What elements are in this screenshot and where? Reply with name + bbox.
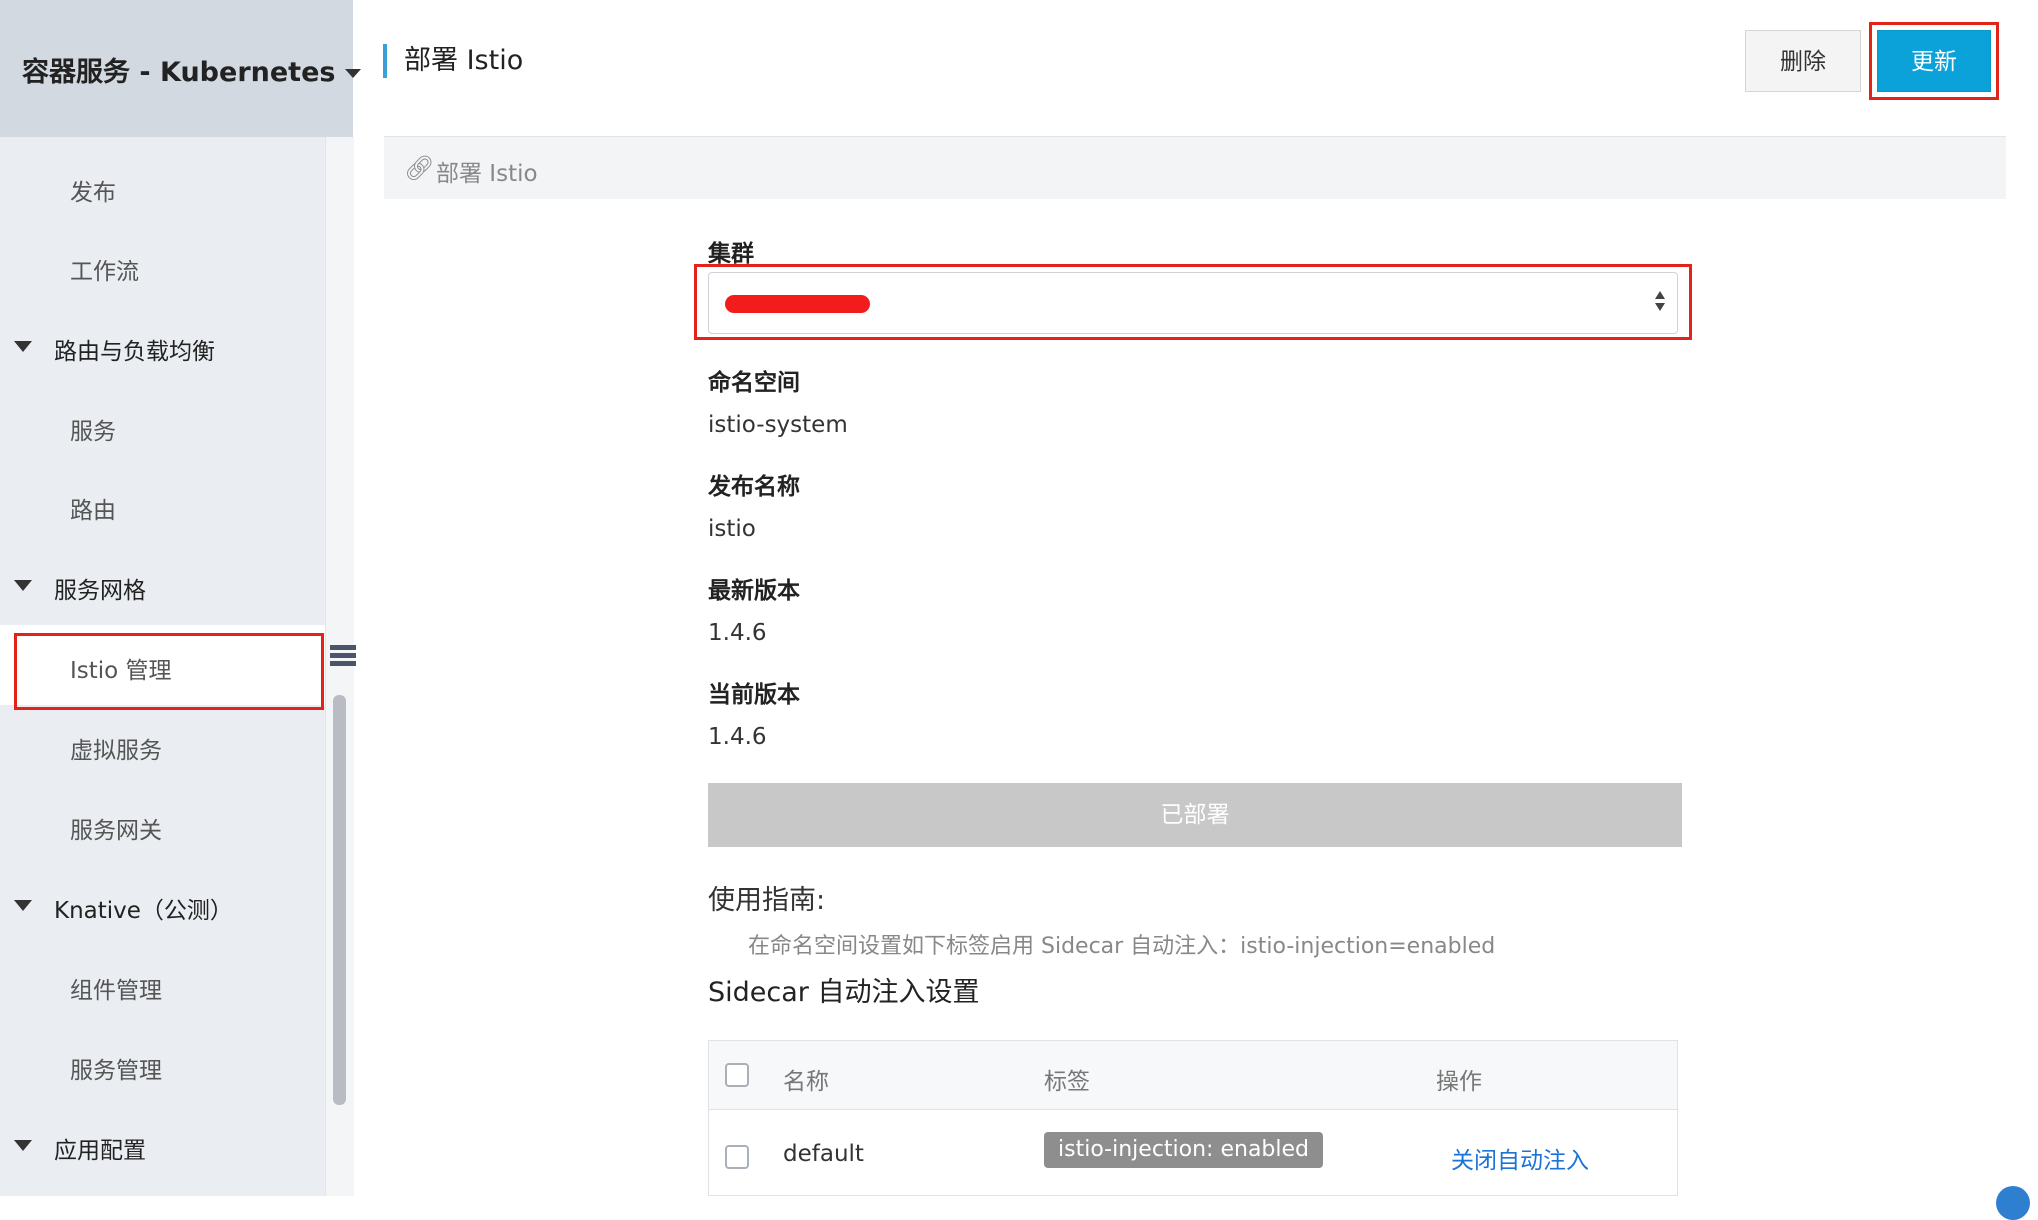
sidebar-group-app-config[interactable]: 应用配置 [0, 1105, 325, 1185]
select-arrows-icon [1655, 291, 1665, 317]
main-content: 部署 Istio 删除 更新 🔗︎ 部署 Istio 集群 命名空间 istio… [353, 0, 2038, 1196]
sidebar-item-virtual-service[interactable]: 虚拟服务 [0, 705, 325, 785]
caret-down-icon [14, 1140, 32, 1151]
sidebar-item-service-gateway[interactable]: 服务网关 [0, 785, 325, 865]
sidebar-item-label: 发布 [70, 180, 116, 206]
sidebar-group-label: 应用配置 [54, 1138, 146, 1164]
caret-down-icon [14, 580, 32, 591]
disable-auto-injection-link[interactable]: 关闭自动注入 [1451, 1141, 1589, 1175]
usage-guide-text: 在命名空间设置如下标签启用 Sidecar 自动注入：istio-injecti… [748, 934, 1496, 959]
breadcrumb-text: 部署 Istio [436, 161, 538, 187]
sidebar-group-label: Knative（公测） [54, 898, 233, 924]
sidebar-item-route[interactable]: 路由 [0, 465, 325, 545]
sidebar-group-service-mesh[interactable]: 服务网格 [0, 545, 325, 625]
cluster-label: 集群 [708, 241, 754, 267]
deployed-button[interactable]: 已部署 [708, 783, 1682, 847]
sidebar-item-label: 路由 [70, 498, 116, 524]
namespace-name: default [783, 1141, 864, 1167]
sidebar-item-service-management[interactable]: 服务管理 [0, 1025, 325, 1105]
release-name-label: 发布名称 [708, 474, 800, 500]
latest-version-value: 1.4.6 [708, 620, 767, 646]
sidebar-item-release[interactable]: 发布 [0, 147, 325, 227]
row-checkbox[interactable] [725, 1145, 749, 1169]
column-header-label: 标签 [1044, 1069, 1090, 1095]
update-button[interactable]: 更新 [1877, 30, 1991, 92]
namespace-label: 命名空间 [708, 370, 800, 396]
sidebar-header[interactable]: 容器服务 - Kubernetes [0, 0, 362, 137]
sidebar-item-istio-management[interactable]: Istio 管理 [0, 625, 325, 705]
sidebar-scrollbar[interactable] [333, 695, 346, 1105]
product-switcher[interactable]: 容器服务 - Kubernetes [22, 50, 362, 89]
column-header-name: 名称 [783, 1069, 829, 1095]
caret-down-icon [14, 341, 32, 352]
sidebar-item-label: 虚拟服务 [70, 738, 162, 764]
sidebar-item-service[interactable]: 服务 [0, 386, 325, 466]
sidecar-table: 名称 标签 操作 default istio-injection: enable… [708, 1040, 1678, 1196]
current-version-value: 1.4.6 [708, 724, 767, 750]
page-title: 部署 Istio [383, 44, 523, 78]
sidebar-item-label: Istio 管理 [70, 658, 172, 684]
product-title: 容器服务 - Kubernetes [22, 57, 336, 88]
cluster-select[interactable] [708, 272, 1678, 334]
link-icon: 🔗︎ [404, 154, 435, 182]
release-name-value: istio [708, 516, 756, 542]
current-version-label: 当前版本 [708, 682, 800, 708]
sidebar-group-label: 服务网格 [54, 578, 146, 604]
redaction-mark [725, 295, 870, 313]
sidebar: 容器服务 - Kubernetes 发布 工作流 路由与负载均衡 服务 路由 服… [0, 0, 362, 1196]
sidebar-group-knative[interactable]: Knative（公测） [0, 865, 325, 945]
breadcrumb: 🔗︎ 部署 Istio [384, 136, 2006, 199]
namespace-value: istio-system [708, 412, 848, 438]
sidebar-item-label: 服务管理 [70, 1058, 162, 1084]
sidebar-item-workflow[interactable]: 工作流 [0, 226, 325, 306]
delete-button[interactable]: 删除 [1745, 30, 1861, 92]
caret-down-icon [14, 900, 32, 911]
table-header: 名称 标签 操作 [709, 1041, 1677, 1110]
sidebar-group-label: 路由与负载均衡 [54, 339, 215, 365]
label-tag: istio-injection: enabled [1044, 1132, 1324, 1168]
sidebar-item-label: 组件管理 [70, 978, 162, 1004]
sidebar-item-label: 服务网关 [70, 818, 162, 844]
sidebar-group-routing-lb[interactable]: 路由与负载均衡 [0, 306, 325, 386]
sidecar-section-title: Sidecar 自动注入设置 [708, 977, 980, 1008]
column-header-action: 操作 [1436, 1069, 1482, 1095]
select-all-checkbox[interactable] [725, 1063, 749, 1087]
latest-version-label: 最新版本 [708, 578, 800, 604]
help-widget[interactable] [1996, 1186, 2030, 1220]
sidebar-item-label: 工作流 [70, 259, 139, 285]
usage-guide-title: 使用指南: [708, 885, 826, 916]
sidebar-item-component-management[interactable]: 组件管理 [0, 945, 325, 1025]
sidebar-item-label: 服务 [70, 419, 116, 445]
